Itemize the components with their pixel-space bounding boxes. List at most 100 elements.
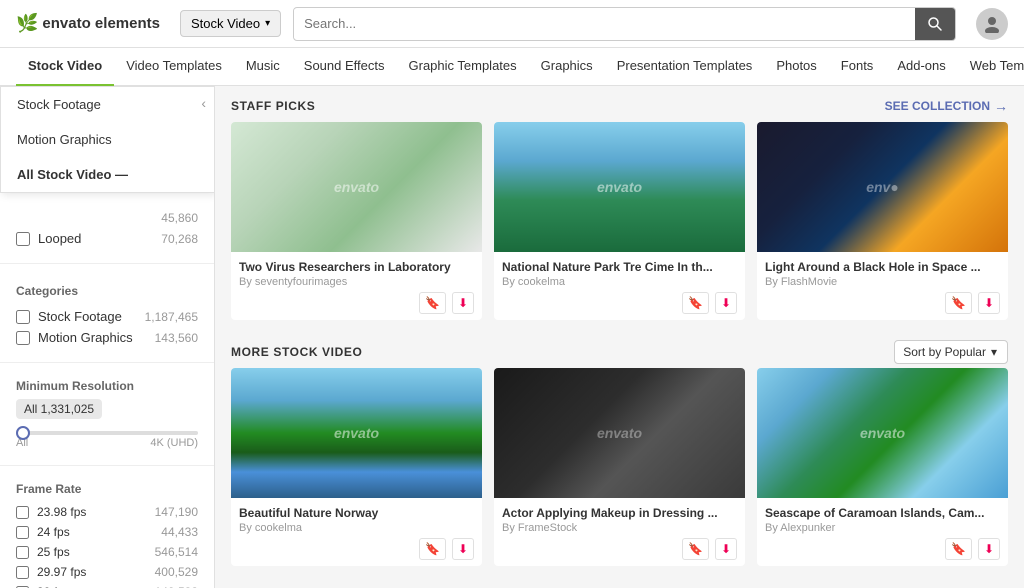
category-motion-graphics-checkbox[interactable]: [16, 331, 30, 345]
sidebar-item-motion-graphics[interactable]: Motion Graphics: [1, 122, 214, 157]
staff-picks-title: STAFF PICKS: [231, 99, 315, 113]
nav-item-addons[interactable]: Add-ons: [885, 48, 957, 86]
arrow-right-icon: →: [994, 98, 1008, 114]
fps-2997-checkbox[interactable]: [16, 566, 29, 579]
bookmark-button-4[interactable]: 🔖: [419, 538, 446, 560]
card-author-2: By cookelma: [502, 276, 737, 288]
card-actions-6: 🔖 ⬇: [765, 538, 1000, 560]
category-dropdown[interactable]: Stock Video ▾: [180, 10, 281, 37]
bookmark-button-2[interactable]: 🔖: [682, 292, 709, 314]
sidebar-categories-section: Categories Stock Footage 1,187,465 Motio…: [0, 272, 214, 354]
dropdown-label: Stock Video: [191, 16, 260, 31]
nav-item-photos[interactable]: Photos: [764, 48, 828, 86]
resolution-slider-track: [16, 431, 198, 435]
bookmark-button-6[interactable]: 🔖: [945, 538, 972, 560]
staff-pick-card-3: env● Light Around a Black Hole in Space …: [757, 122, 1008, 320]
search-input[interactable]: [294, 9, 915, 38]
user-icon[interactable]: [976, 8, 1008, 40]
resolution-slider-thumb[interactable]: [16, 426, 30, 440]
main-layout: Stock Footage Motion Graphics All Stock …: [0, 86, 1024, 588]
download-button-5[interactable]: ⬇: [715, 538, 737, 560]
frame-rate-23: 23.98 fps 147,190: [16, 502, 198, 522]
card-title-6: Seascape of Caramoan Islands, Cam...: [765, 506, 1000, 520]
watermark-2: envato: [597, 179, 642, 195]
nav-item-web-templates[interactable]: Web Templates: [958, 48, 1024, 86]
card-info-3: Light Around a Black Hole in Space ... B…: [757, 252, 1008, 320]
card-info-1: Two Virus Researchers in Laboratory By s…: [231, 252, 482, 320]
download-button-6[interactable]: ⬇: [978, 538, 1000, 560]
category-stock-footage-checkbox[interactable]: [16, 310, 30, 324]
bookmark-button-5[interactable]: 🔖: [682, 538, 709, 560]
card-thumb-1: envato: [231, 122, 482, 252]
download-button-3[interactable]: ⬇: [978, 292, 1000, 314]
card-title-3: Light Around a Black Hole in Space ...: [765, 260, 1000, 274]
card-title-4: Beautiful Nature Norway: [239, 506, 474, 520]
card-author-3: By FlashMovie: [765, 276, 1000, 288]
sidebar-all-section: 45,860 Looped 70,268: [0, 196, 214, 255]
nav-item-sound-effects[interactable]: Sound Effects: [292, 48, 397, 86]
sort-dropdown[interactable]: Sort by Popular ▾: [894, 340, 1008, 364]
card-author-6: By Alexpunker: [765, 522, 1000, 534]
more-stock-header-row: MORE STOCK VIDEO Sort by Popular ▾: [215, 336, 1024, 368]
card-info-5: Actor Applying Makeup in Dressing ... By…: [494, 498, 745, 566]
card-actions-5: 🔖 ⬇: [502, 538, 737, 560]
fps-23-checkbox[interactable]: [16, 506, 29, 519]
more-stock-card-1: envato Beautiful Nature Norway By cookel…: [231, 368, 482, 566]
fps-24-checkbox[interactable]: [16, 526, 29, 539]
nav-item-music[interactable]: Music: [234, 48, 292, 86]
more-stock-title: MORE STOCK VIDEO: [231, 345, 362, 359]
category-stock-footage: Stock Footage 1,187,465: [16, 306, 198, 327]
category-motion-graphics: Motion Graphics 143,560: [16, 327, 198, 348]
nav-item-presentation-templates[interactable]: Presentation Templates: [605, 48, 765, 86]
card-actions-2: 🔖 ⬇: [502, 292, 737, 314]
search-bar: [293, 7, 956, 41]
content-area: STAFF PICKS SEE COLLECTION → envato Two …: [215, 86, 1024, 588]
nav-item-graphic-templates[interactable]: Graphic Templates: [397, 48, 529, 86]
frame-rate-25: 25 fps 546,514: [16, 542, 198, 562]
search-icon: [927, 16, 943, 32]
sidebar-resolution-section: Minimum Resolution All 1,331,025 All 4K …: [0, 371, 214, 457]
card-title-2: National Nature Park Tre Cime In th...: [502, 260, 737, 274]
card-actions-3: 🔖 ⬇: [765, 292, 1000, 314]
logo: 🌿 envato elements: [16, 13, 160, 34]
staff-pick-card-1: envato Two Virus Researchers in Laborato…: [231, 122, 482, 320]
more-stock-card-2: envato Actor Applying Makeup in Dressing…: [494, 368, 745, 566]
card-thumb-6: envato: [757, 368, 1008, 498]
sidebar-filter-all: 45,860: [16, 208, 198, 228]
watermark-5: envato: [597, 425, 642, 441]
card-info-6: Seascape of Caramoan Islands, Cam... By …: [757, 498, 1008, 566]
nav-item-video-templates[interactable]: Video Templates: [114, 48, 234, 86]
download-button-1[interactable]: ⬇: [452, 292, 474, 314]
sort-chevron-icon: ▾: [991, 345, 997, 359]
frame-rate-24: 24 fps 44,433: [16, 522, 198, 542]
bookmark-button-3[interactable]: 🔖: [945, 292, 972, 314]
see-collection-link[interactable]: SEE COLLECTION →: [885, 98, 1008, 114]
fps-25-checkbox[interactable]: [16, 546, 29, 559]
looped-checkbox[interactable]: [16, 232, 30, 246]
bookmark-button-1[interactable]: 🔖: [419, 292, 446, 314]
sidebar-item-all-stock-video[interactable]: All Stock Video —: [1, 157, 214, 192]
nav-item-graphics[interactable]: Graphics: [529, 48, 605, 86]
sidebar-item-stock-footage[interactable]: Stock Footage: [1, 87, 214, 122]
staff-picks-header: STAFF PICKS SEE COLLECTION →: [215, 86, 1024, 122]
staff-pick-card-2: envato National Nature Park Tre Cime In …: [494, 122, 745, 320]
sidebar: Stock Footage Motion Graphics All Stock …: [0, 86, 215, 588]
card-author-5: By FrameStock: [502, 522, 737, 534]
more-stock-grid: envato Beautiful Nature Norway By cookel…: [215, 368, 1024, 582]
nav-item-stock-video[interactable]: Stock Video: [16, 48, 114, 86]
download-button-4[interactable]: ⬇: [452, 538, 474, 560]
watermark-3: env●: [866, 179, 899, 195]
card-thumb-5: envato: [494, 368, 745, 498]
card-thumb-3: env●: [757, 122, 1008, 252]
user-avatar-icon: [983, 15, 1001, 33]
search-button[interactable]: [915, 8, 955, 40]
card-info-2: National Nature Park Tre Cime In th... B…: [494, 252, 745, 320]
watermark-1: envato: [334, 179, 379, 195]
download-button-2[interactable]: ⬇: [715, 292, 737, 314]
close-icon[interactable]: ‹: [201, 95, 206, 111]
nav-item-fonts[interactable]: Fonts: [829, 48, 886, 86]
card-author-4: By cookelma: [239, 522, 474, 534]
card-actions-4: 🔖 ⬇: [239, 538, 474, 560]
header: 🌿 envato elements Stock Video ▾: [0, 0, 1024, 48]
card-info-4: Beautiful Nature Norway By cookelma 🔖 ⬇: [231, 498, 482, 566]
